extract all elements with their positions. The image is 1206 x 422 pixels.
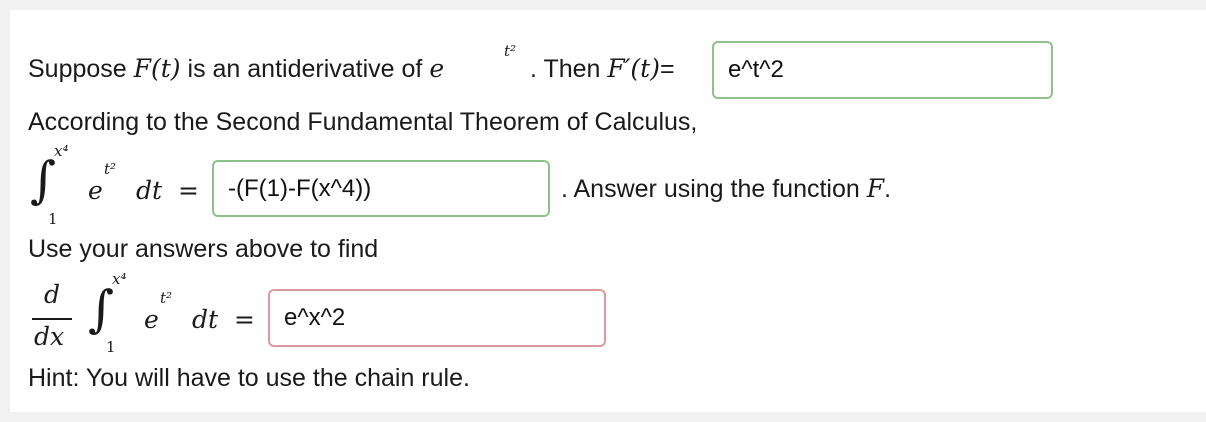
q1-then: . Then <box>530 55 601 83</box>
q1-equals: = <box>659 55 675 83</box>
q1-e: e <box>429 54 445 83</box>
integral-2-lower-limit: 1 <box>106 338 116 356</box>
q1-prefix: Suppose <box>28 55 127 83</box>
integral-1-sign-icon: ∫ <box>30 151 57 209</box>
integral-1-e: e <box>88 176 103 205</box>
q2-F: F <box>866 174 885 203</box>
integral-2-e: e <box>144 305 159 334</box>
question-2-text: According to the Second Fundamental Theo… <box>28 108 698 136</box>
integral-2-exponent: t² <box>160 289 173 307</box>
answer-3-value: e^x^2 <box>284 304 346 331</box>
q1-Fprime: F′(t) <box>607 54 660 83</box>
hint-text: Hint: You will have to use the chain rul… <box>28 364 470 392</box>
q2-period: . <box>884 175 892 203</box>
answer-input-2[interactable]: -(F(1)-F(x^4)) <box>212 160 550 217</box>
integral-1-exponent: t² <box>104 160 117 178</box>
integral-1-upper-limit: x⁴ <box>54 142 69 160</box>
answer-1-value: e^t^2 <box>728 56 784 83</box>
answer-input-3[interactable]: e^x^2 <box>268 289 606 347</box>
integral-1-dt: dt <box>136 176 163 205</box>
q1-middle: is an antiderivative of <box>187 55 423 83</box>
answer-input-1[interactable]: e^t^2 <box>712 41 1053 99</box>
question-1-text: Suppose F(t) is an antiderivative of e <box>28 54 444 84</box>
q2-after: . Answer using the function <box>561 175 860 203</box>
integral-2-sign-icon: ∫ <box>88 280 115 338</box>
fraction-bar <box>32 318 72 320</box>
q1-exponent: t² <box>504 42 517 60</box>
derivative-numerator: d <box>44 280 61 309</box>
question-2-after: . Answer using the function F. <box>561 174 891 204</box>
integral-1-equals: = <box>178 176 199 205</box>
answer-2-value: -(F(1)-F(x^4)) <box>228 174 372 202</box>
question-1-then: . Then F′(t)= <box>530 54 675 84</box>
derivative-denominator: dx <box>34 322 65 351</box>
integral-2-dt: dt <box>192 305 219 334</box>
integral-2-equals: = <box>234 305 255 334</box>
integral-1-lower-limit: 1 <box>48 210 58 228</box>
q1-F-of-t: F(t) <box>133 54 181 83</box>
integral-2-upper-limit: x⁴ <box>112 270 127 288</box>
question-3-text: Use your answers above to find <box>28 235 379 263</box>
